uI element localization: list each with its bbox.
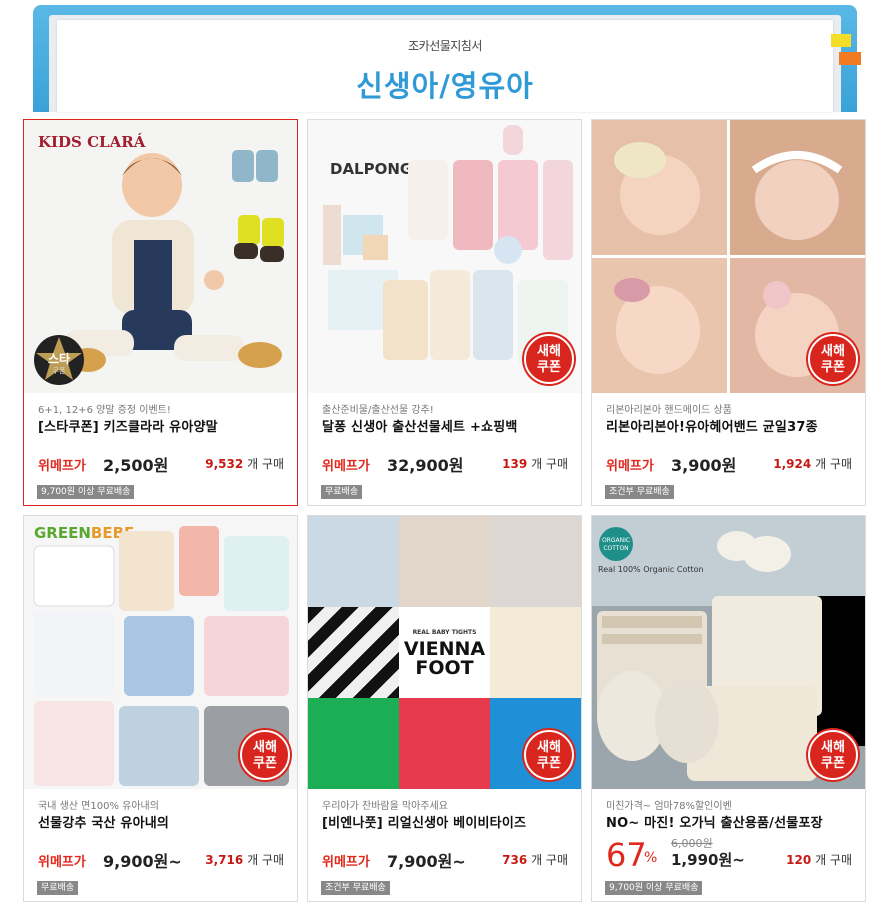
product-card-dalpong[interactable]: DALPONG 새해 쿠폰 출산준비물/출산선물 강추! 달퐁 신생아 출산선물세… [307, 119, 582, 506]
photo-tile [490, 516, 581, 607]
coupon-stamp: 새해 쿠폰 [808, 730, 858, 780]
sales-count: 3,716 개 구매 [205, 853, 284, 867]
price-label: 위메프가 [322, 459, 370, 474]
product-price: 7,900원~ [387, 852, 466, 871]
product-price: 3,900원 [671, 456, 737, 475]
photo-tile [490, 607, 581, 698]
product-price: 1,990원~ [671, 851, 745, 869]
discount-rate: 67 [606, 836, 647, 874]
price-label: 위메프가 [606, 459, 654, 474]
product-name[interactable]: 달퐁 신생아 출산선물세트 +쇼핑백 [322, 416, 572, 435]
sales-count: 120 개 구매 [786, 853, 852, 867]
price-label: 위메프가 [38, 459, 86, 474]
category-banner: 조카선물지침서 신생아/영유아 [33, 5, 861, 112]
product-description: 국내 생산 면100% 유아내의 [38, 801, 159, 812]
product-price: 9,900원~ [103, 852, 182, 871]
bookmark-tab-orange [839, 52, 861, 65]
shipping-badge: 무료배송 [321, 485, 363, 499]
price-label: 위메프가 [322, 855, 370, 870]
product-description: 미친가격~ 엄마78%할인이벤 [606, 801, 732, 812]
shipping-badge: 9,700원 이상 무료배송 [37, 485, 135, 499]
shipping-badge: 무료배송 [37, 881, 79, 895]
product-price: 2,500원 [103, 456, 169, 475]
product-description: 6+1, 12+6 양말 증정 이벤트! [38, 405, 171, 416]
product-name[interactable]: NO~ 마진! 오가닉 출산용품/선물포장 [606, 812, 856, 831]
product-price: 32,900원 [387, 456, 464, 475]
product-description: 우리아가 찬바람을 막아주세요 [322, 801, 448, 812]
tights-tagline: REAL BABY TIGHTS [412, 629, 477, 636]
product-name[interactable]: 선물강추 국산 유아내의 [38, 812, 288, 831]
product-card-ribbon-headband[interactable]: 새해 쿠폰 리본아리본아 핸드메이드 상품 리본아리본아!유아헤어밴드 균일37종… [591, 119, 866, 506]
photo-tile [308, 698, 399, 789]
organic-cotton-logo: ORGANIC COTTON [599, 527, 633, 561]
sales-count: 139 개 구매 [502, 457, 568, 471]
product-image[interactable]: ORGANIC COTTON Real 100% Organic Cotton … [592, 516, 865, 789]
coupon-stamp: 새해 쿠폰 [240, 730, 290, 780]
coupon-stamp: 새해 쿠폰 [524, 334, 574, 384]
product-card-green-bebe[interactable]: GREENBEBE 새해 쿠폰 국내 생산 면100% 유아내의 선물강추 국산 … [23, 515, 298, 902]
sales-count: 736 개 구매 [502, 853, 568, 867]
product-name[interactable]: 리본아리본아!유아헤어밴드 균일37종 [606, 416, 856, 435]
shipping-badge: 조건부 무료배송 [605, 485, 674, 499]
product-name[interactable]: [비엔나풋] 리얼신생아 베이비타이즈 [322, 812, 572, 831]
product-image[interactable]: REAL BABY TIGHTS VIENNA FOOT 새해 쿠폰 [308, 516, 581, 789]
product-description: 출산준비물/출산선물 강추! [322, 405, 434, 416]
product-description: 리본아리본아 핸드메이드 상품 [606, 405, 732, 416]
price-label: 위메프가 [38, 855, 86, 870]
sales-count: 1,924 개 구매 [773, 457, 852, 471]
sales-count: 9,532 개 구매 [205, 457, 284, 471]
product-name[interactable]: [스타쿠폰] 키즈클라라 유아양말 [38, 416, 288, 435]
photo-tile [308, 516, 399, 607]
product-card-vienna-foot[interactable]: REAL BABY TIGHTS VIENNA FOOT 새해 쿠폰 우리아가 찬… [307, 515, 582, 902]
product-card-organic-cotton[interactable]: ORGANIC COTTON Real 100% Organic Cotton … [591, 515, 866, 902]
banner-subtitle: 조카선물지침서 [408, 39, 482, 53]
photo-tile [399, 516, 490, 607]
product-image[interactable]: KIDS CLARÁ 스타 쿠폰 [24, 120, 297, 393]
coupon-stamp: 새해 쿠폰 [524, 730, 574, 780]
product-image[interactable]: GREENBEBE 새해 쿠폰 [24, 516, 297, 789]
coupon-stamp: 새해 쿠폰 [808, 334, 858, 384]
product-card-kids-clara[interactable]: KIDS CLARÁ 스타 쿠폰 6+1, 12+6 양말 증정 이벤트! [스… [23, 119, 298, 506]
product-image[interactable]: 새해 쿠폰 [592, 120, 865, 393]
organic-tagline: Real 100% Organic Cotton [598, 565, 704, 574]
bookmark-tab-yellow [831, 34, 851, 47]
photo-tile [399, 698, 490, 789]
vienna-logo-line2: FOOT [415, 657, 474, 679]
shipping-badge: 9,700원 이상 무료배송 [605, 881, 703, 895]
banner-title: 신생아/영유아 [356, 69, 534, 103]
discount-unit: % [644, 850, 658, 866]
product-image[interactable]: DALPONG 새해 쿠폰 [308, 120, 581, 393]
shipping-badge: 조건부 무료배송 [321, 881, 390, 895]
photo-tile [308, 607, 399, 698]
star-coupon-badge: 스타 쿠폰 [32, 333, 86, 387]
